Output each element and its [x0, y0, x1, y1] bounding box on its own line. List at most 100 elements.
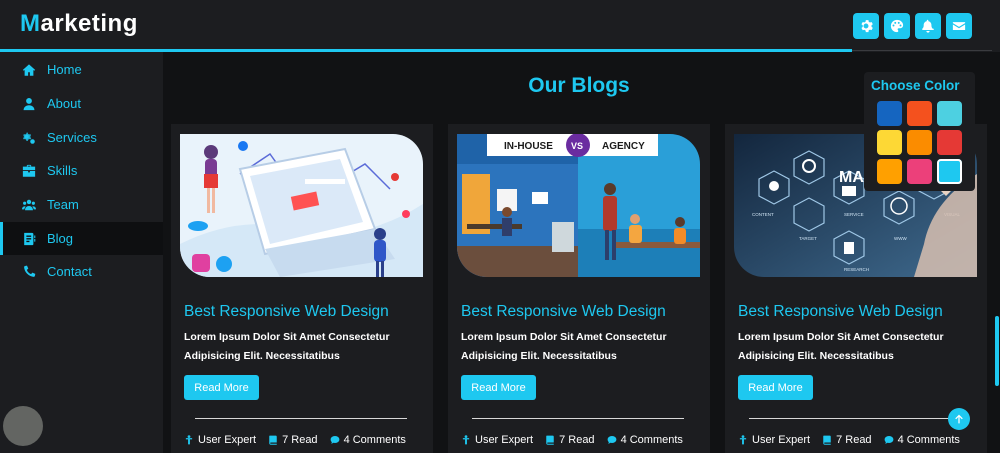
vs-label: VS: [571, 141, 583, 151]
color-swatch-orange[interactable]: [907, 130, 932, 155]
blog-card-1: Best Responsive Web Design Lorem Ipsum D…: [171, 124, 433, 453]
briefcase-icon: [22, 164, 36, 178]
color-chooser-panel: Choose Color: [864, 72, 975, 191]
color-chooser-title: Choose Color: [871, 78, 960, 93]
gears-icon: [22, 131, 36, 145]
envelope-icon: [952, 22, 966, 30]
arrow-up-icon: [955, 414, 963, 424]
meta-comments-text: 4 Comments: [620, 434, 683, 446]
sidebar-item-label: About: [47, 96, 81, 111]
messages-button[interactable]: [946, 13, 972, 39]
color-swatch-red[interactable]: [937, 130, 962, 155]
meta-comments-text: 4 Comments: [897, 434, 960, 446]
color-swatch-turquoise[interactable]: [937, 101, 962, 126]
sidebar-item-skills[interactable]: Skills: [0, 154, 163, 187]
color-swatch-amber[interactable]: [877, 159, 902, 184]
meta-comments: 4 Comments: [884, 434, 960, 446]
sidebar-item-label: Team: [47, 197, 79, 212]
comment-icon: [607, 435, 616, 444]
read-more-button[interactable]: Read More: [184, 375, 259, 400]
blog-icon: [22, 232, 36, 246]
image-label-target: TARGET: [799, 236, 817, 241]
sidebar-item-label: Services: [47, 130, 97, 145]
blog-card-excerpt: Lorem Ipsum Dolor Sit Amet Consectetur A…: [461, 331, 667, 362]
sidebar-item-label: Home: [47, 62, 82, 77]
sidebar-item-services[interactable]: Services: [0, 121, 163, 154]
office-illustration: IN-HOUSE VS AGENCY: [457, 134, 700, 277]
card-meta: User Expert 7 Read 4 Comments: [461, 434, 706, 446]
meta-author-text: User Expert: [475, 434, 534, 446]
home-icon: [22, 63, 36, 77]
person-icon: [739, 435, 747, 445]
card-divider: [472, 418, 684, 419]
sidebar-item-home[interactable]: Home: [0, 53, 163, 86]
image-label-www: WWW: [894, 236, 907, 241]
color-swatch-pink[interactable]: [907, 159, 932, 184]
in-house-label: IN-HOUSE: [504, 141, 553, 152]
meta-author: User Expert: [738, 434, 810, 446]
book-icon: [823, 435, 831, 445]
sidebar-item-blog[interactable]: Blog: [0, 222, 163, 255]
scrollbar-thumb[interactable]: [995, 316, 999, 386]
read-more-button[interactable]: Read More: [738, 375, 813, 400]
scroll-to-top-button[interactable]: [948, 408, 970, 430]
image-label-service: SERVICE: [844, 212, 864, 217]
palette-button[interactable]: [884, 13, 910, 39]
sidebar-item-label: Contact: [47, 264, 92, 279]
header-divider: [852, 50, 992, 51]
top-header: Marketing: [0, 0, 1000, 52]
bell-icon: [922, 19, 934, 33]
logo-text: arketing: [40, 10, 138, 37]
logo[interactable]: Marketing: [20, 10, 138, 38]
book-icon: [269, 435, 277, 445]
card-divider: [749, 418, 961, 419]
users-icon: [22, 198, 36, 212]
comment-icon: [330, 435, 339, 444]
agency-label: AGENCY: [602, 141, 645, 152]
logo-initial: M: [20, 10, 41, 37]
meta-read: 7 Read: [545, 434, 595, 446]
sidebar-item-label: Skills: [47, 163, 78, 178]
blog-card-title[interactable]: Best Responsive Web Design: [461, 303, 666, 321]
book-icon: [546, 435, 554, 445]
laptop-illustration: [180, 134, 423, 277]
sidebar-item-about[interactable]: About: [0, 87, 163, 120]
settings-icon: [861, 20, 873, 33]
meta-read-text: 7 Read: [836, 434, 872, 446]
meta-comments: 4 Comments: [607, 434, 683, 446]
meta-author-text: User Expert: [752, 434, 811, 446]
notifications-button[interactable]: [915, 13, 941, 39]
user-icon: [22, 97, 36, 111]
blog-image-inhouse-vs-agency[interactable]: IN-HOUSE VS AGENCY: [457, 134, 700, 277]
person-icon: [462, 435, 470, 445]
person-icon: [185, 435, 193, 445]
color-swatch-yellow[interactable]: [877, 130, 902, 155]
color-swatch-blue[interactable]: [877, 101, 902, 126]
read-more-button[interactable]: Read More: [461, 375, 536, 400]
meta-read: 7 Read: [822, 434, 872, 446]
comment-icon: [884, 435, 893, 444]
header-actions: [853, 13, 972, 39]
image-label-content: CONTENT: [752, 212, 774, 217]
phone-icon: [22, 265, 36, 279]
sidebar-item-team[interactable]: Team: [0, 188, 163, 221]
meta-comments-text: 4 Comments: [343, 434, 406, 446]
blog-card-title[interactable]: Best Responsive Web Design: [184, 303, 389, 321]
meta-comments: 4 Comments: [330, 434, 406, 446]
palette-icon: [890, 19, 904, 33]
blog-card-title[interactable]: Best Responsive Web Design: [738, 303, 943, 321]
card-meta: User Expert 7 Read 4 Comments: [184, 434, 429, 446]
image-label-research: RESEARCH: [844, 267, 869, 272]
meta-read: 7 Read: [268, 434, 318, 446]
sidebar-item-contact[interactable]: Contact: [0, 255, 163, 288]
settings-button[interactable]: [853, 13, 879, 39]
meta-read-text: 7 Read: [282, 434, 318, 446]
card-divider: [195, 418, 407, 419]
sidebar-item-label: Blog: [47, 231, 74, 246]
color-swatch-orange-red[interactable]: [907, 101, 932, 126]
watermark-logo: [3, 406, 43, 446]
image-big-text: MA: [839, 169, 864, 186]
blog-card-2: IN-HOUSE VS AGENCY Best Responsive Web D…: [448, 124, 710, 453]
color-swatch-cyan[interactable]: [937, 159, 962, 184]
blog-image-marketing[interactable]: [180, 134, 423, 277]
